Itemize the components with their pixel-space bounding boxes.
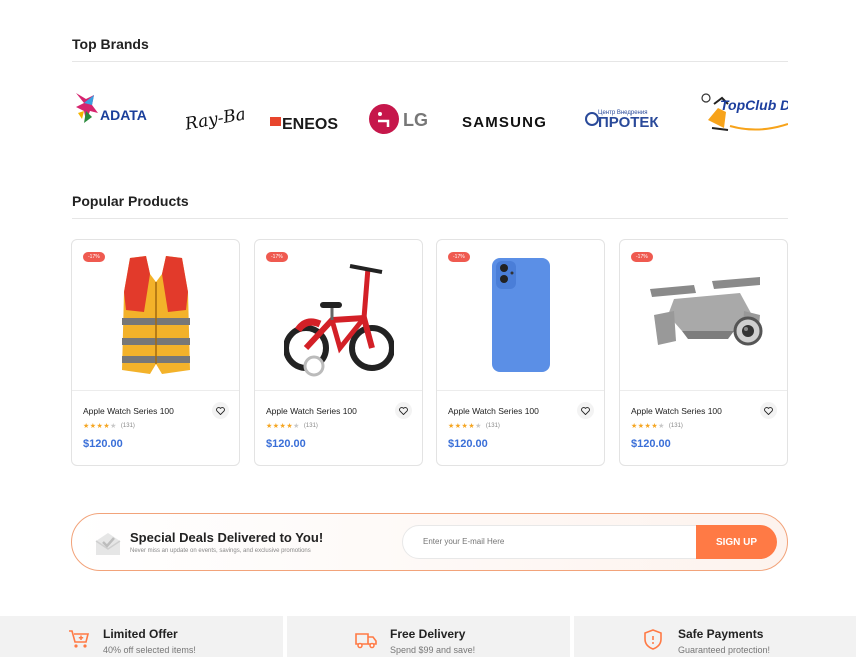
samsung-logo: SAMSUNG bbox=[462, 114, 547, 131]
svg-text:ENEOS: ENEOS bbox=[282, 116, 338, 133]
product-name[interactable]: Apple Watch Series 100 bbox=[448, 406, 539, 416]
svg-text:SAMSUNG: SAMSUNG bbox=[462, 114, 547, 131]
newsletter-title: Special Deals Delivered to You! bbox=[130, 530, 324, 545]
wishlist-button[interactable] bbox=[212, 402, 229, 419]
brand-strip: ADATA Ray-Ban ENEOS LG SAMSUNG Центр Вне… bbox=[72, 78, 788, 142]
heart-icon bbox=[399, 406, 408, 415]
product-image[interactable] bbox=[72, 240, 239, 391]
star-rating-icon: ★★★★★ bbox=[631, 423, 665, 430]
svg-text:Ray-Ban: Ray-Ban bbox=[183, 102, 244, 134]
product-card[interactable]: -17% Apple Watch Series 100 ★★★★★ (131) … bbox=[254, 239, 423, 466]
product-image[interactable] bbox=[620, 240, 787, 391]
discount-badge: -17% bbox=[631, 252, 653, 262]
brand-rayban[interactable]: Ray-Ban bbox=[182, 78, 244, 142]
discount-badge: -17% bbox=[448, 252, 470, 262]
heart-icon bbox=[764, 406, 773, 415]
review-count: (131) bbox=[485, 423, 500, 429]
newsletter-subtitle: Never miss an update on events, savings,… bbox=[130, 548, 311, 554]
product-rating: ★★★★★ (131) bbox=[83, 422, 135, 430]
feature-title: Safe Payments bbox=[678, 627, 764, 641]
truck-icon bbox=[355, 633, 377, 649]
review-count: (131) bbox=[120, 423, 135, 429]
wishlist-button[interactable] bbox=[395, 402, 412, 419]
wishlist-button[interactable] bbox=[577, 402, 594, 419]
blue-smartphone-image bbox=[491, 258, 550, 372]
feature-subtitle: Guaranteed protection! bbox=[678, 645, 771, 655]
eneos-logo: ENEOS bbox=[270, 116, 338, 133]
wishlist-button[interactable] bbox=[760, 402, 777, 419]
top-brands-title: Top Brands bbox=[72, 36, 149, 52]
drone-image bbox=[649, 277, 762, 346]
popular-products-divider bbox=[72, 218, 788, 219]
product-rating: ★★★★★ (131) bbox=[631, 422, 683, 430]
brand-adata[interactable]: ADATA bbox=[72, 78, 158, 142]
product-card[interactable]: -17% Apple Watch Series 100 ★★★★★ (131) … bbox=[71, 239, 240, 466]
email-input[interactable] bbox=[402, 525, 702, 559]
rayban-logo: Ray-Ban bbox=[183, 102, 244, 134]
sign-up-button[interactable]: SIGN UP bbox=[696, 525, 777, 559]
shield-icon bbox=[644, 629, 662, 650]
topclub-logo: TopClub Deals bbox=[701, 93, 788, 131]
product-name[interactable]: Apple Watch Series 100 bbox=[266, 406, 357, 416]
feature-safe-payments: Safe Payments Guaranteed protection! bbox=[574, 616, 856, 657]
review-count: (131) bbox=[668, 423, 683, 429]
feature-free-delivery: Free Delivery Spend $99 and save! bbox=[287, 616, 570, 657]
feature-limited-offer: Limited Offer 40% off selected items! bbox=[0, 616, 283, 657]
product-image[interactable] bbox=[437, 240, 604, 391]
cart-plus-icon bbox=[69, 630, 90, 648]
svg-text:ПРОТЕК: ПРОТЕК bbox=[598, 114, 659, 131]
product-image[interactable] bbox=[255, 240, 422, 391]
kids-bicycle-image bbox=[283, 264, 394, 377]
product-rating: ★★★★★ (131) bbox=[448, 422, 500, 430]
brand-topclub[interactable]: TopClub Deals bbox=[698, 78, 788, 142]
brand-eneos[interactable]: ENEOS bbox=[270, 78, 344, 142]
product-price: $120.00 bbox=[83, 438, 123, 450]
feature-title: Free Delivery bbox=[390, 627, 466, 641]
product-price: $120.00 bbox=[448, 438, 488, 450]
feature-subtitle: 40% off selected items! bbox=[103, 645, 196, 655]
product-card[interactable]: -17% Apple Watch Series 100 ★★★★★ (131) … bbox=[619, 239, 788, 466]
product-price: $120.00 bbox=[266, 438, 306, 450]
envelope-check-icon bbox=[95, 533, 121, 555]
star-rating-icon: ★★★★★ bbox=[266, 423, 300, 430]
lg-logo: LG bbox=[369, 104, 428, 134]
feature-subtitle: Spend $99 and save! bbox=[390, 645, 476, 655]
adata-logo: ADATA bbox=[76, 93, 147, 123]
popular-products-title: Popular Products bbox=[72, 193, 189, 209]
heart-icon bbox=[581, 406, 590, 415]
protek-logo: Центр Внедрения ПРОТЕК bbox=[585, 110, 659, 131]
star-rating-icon: ★★★★★ bbox=[448, 423, 482, 430]
brand-lg[interactable]: LG bbox=[368, 78, 432, 142]
top-brands-divider bbox=[72, 61, 788, 62]
product-rating: ★★★★★ (131) bbox=[266, 422, 318, 430]
product-price: $120.00 bbox=[631, 438, 671, 450]
svg-text:TopClub Deals: TopClub Deals bbox=[720, 97, 788, 113]
star-rating-icon: ★★★★★ bbox=[83, 423, 117, 430]
life-jacket-image bbox=[121, 256, 190, 374]
brand-protek[interactable]: Центр Внедрения ПРОТЕК bbox=[584, 78, 674, 142]
product-card[interactable]: -17% Apple Watch Series 100 ★★★★★ (131) … bbox=[436, 239, 605, 466]
newsletter-banner: Special Deals Delivered to You! Never mi… bbox=[71, 513, 788, 571]
discount-badge: -17% bbox=[266, 252, 288, 262]
svg-text:LG: LG bbox=[403, 110, 428, 130]
product-name[interactable]: Apple Watch Series 100 bbox=[83, 406, 174, 416]
heart-icon bbox=[216, 406, 225, 415]
brand-samsung[interactable]: SAMSUNG bbox=[460, 78, 552, 142]
feature-title: Limited Offer bbox=[103, 627, 178, 641]
discount-badge: -17% bbox=[83, 252, 105, 262]
product-name[interactable]: Apple Watch Series 100 bbox=[631, 406, 722, 416]
svg-text:ADATA: ADATA bbox=[100, 107, 147, 123]
review-count: (131) bbox=[303, 423, 318, 429]
